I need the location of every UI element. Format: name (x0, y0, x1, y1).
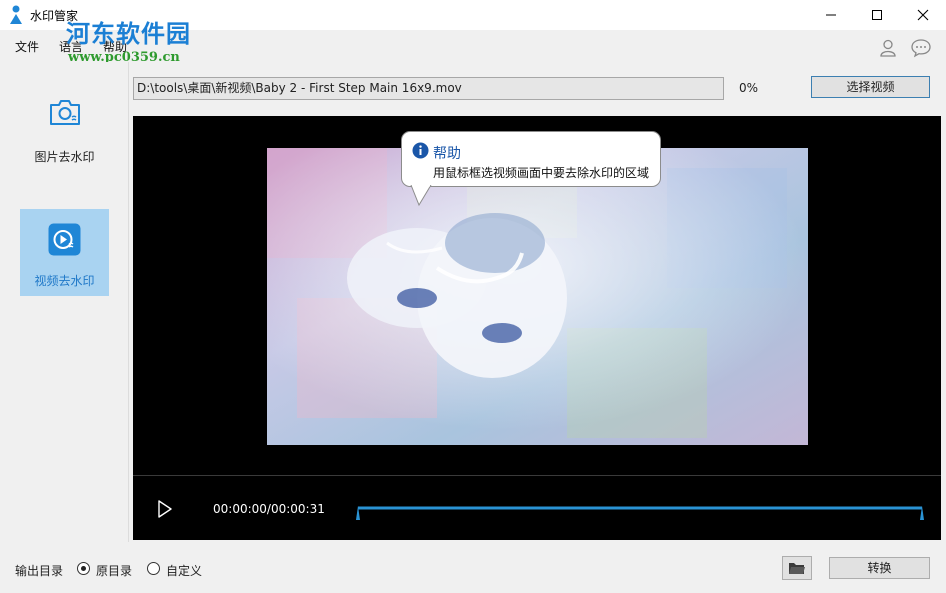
user-icon[interactable] (878, 38, 898, 61)
folder-icon (789, 563, 805, 574)
controls-divider (133, 475, 941, 476)
radio-dot (81, 566, 86, 571)
close-icon (917, 9, 929, 21)
app-logo-icon (8, 5, 24, 24)
radio-original-dir[interactable] (77, 562, 90, 575)
progress-text: 0% (739, 81, 759, 95)
tooltip-title: 帮助 (433, 146, 461, 162)
info-icon (412, 142, 429, 162)
maximize-icon (872, 10, 882, 20)
sidebar-item-label: 图片去水印 (34, 150, 95, 164)
close-button[interactable] (900, 0, 946, 30)
maximize-button[interactable] (854, 0, 900, 30)
radio-custom-dir[interactable] (147, 562, 160, 575)
minimize-icon (826, 14, 836, 16)
menu-file[interactable]: 文件 (15, 38, 39, 55)
select-video-button[interactable]: 选择视频 (811, 76, 930, 98)
site-watermark-logo: 河东软件园 (66, 19, 191, 48)
convert-button[interactable]: 转换 (829, 557, 930, 579)
video-icon (48, 223, 81, 259)
tooltip-body: 用鼠标框选视频画面中要去除水印的区域 (433, 166, 650, 180)
chat-icon[interactable] (910, 38, 932, 61)
radio-custom-dir-label[interactable]: 自定义 (166, 562, 202, 579)
tooltip-pointer (410, 185, 432, 207)
sidebar-item-label: 视频去水印 (34, 274, 95, 288)
photo-icon (48, 97, 82, 130)
video-frame[interactable] (267, 148, 808, 445)
minimize-button[interactable] (808, 0, 854, 30)
play-button[interactable] (156, 499, 174, 522)
sidebar-item-photo-watermark[interactable]: 图片去水印 (20, 85, 109, 172)
sidebar-item-video-watermark[interactable]: 视频去水印 (20, 209, 109, 296)
file-path-field: D:\tools\桌面\新视频\Baby 2 - First Step Main… (133, 77, 724, 100)
time-display: 00:00:00/00:00:31 (213, 502, 325, 516)
play-icon (158, 500, 172, 518)
output-dir-label: 输出目录 (15, 564, 64, 578)
radio-original-dir-label[interactable]: 原目录 (96, 562, 132, 579)
open-folder-button[interactable] (782, 556, 812, 580)
timeline-slider[interactable] (352, 500, 932, 524)
